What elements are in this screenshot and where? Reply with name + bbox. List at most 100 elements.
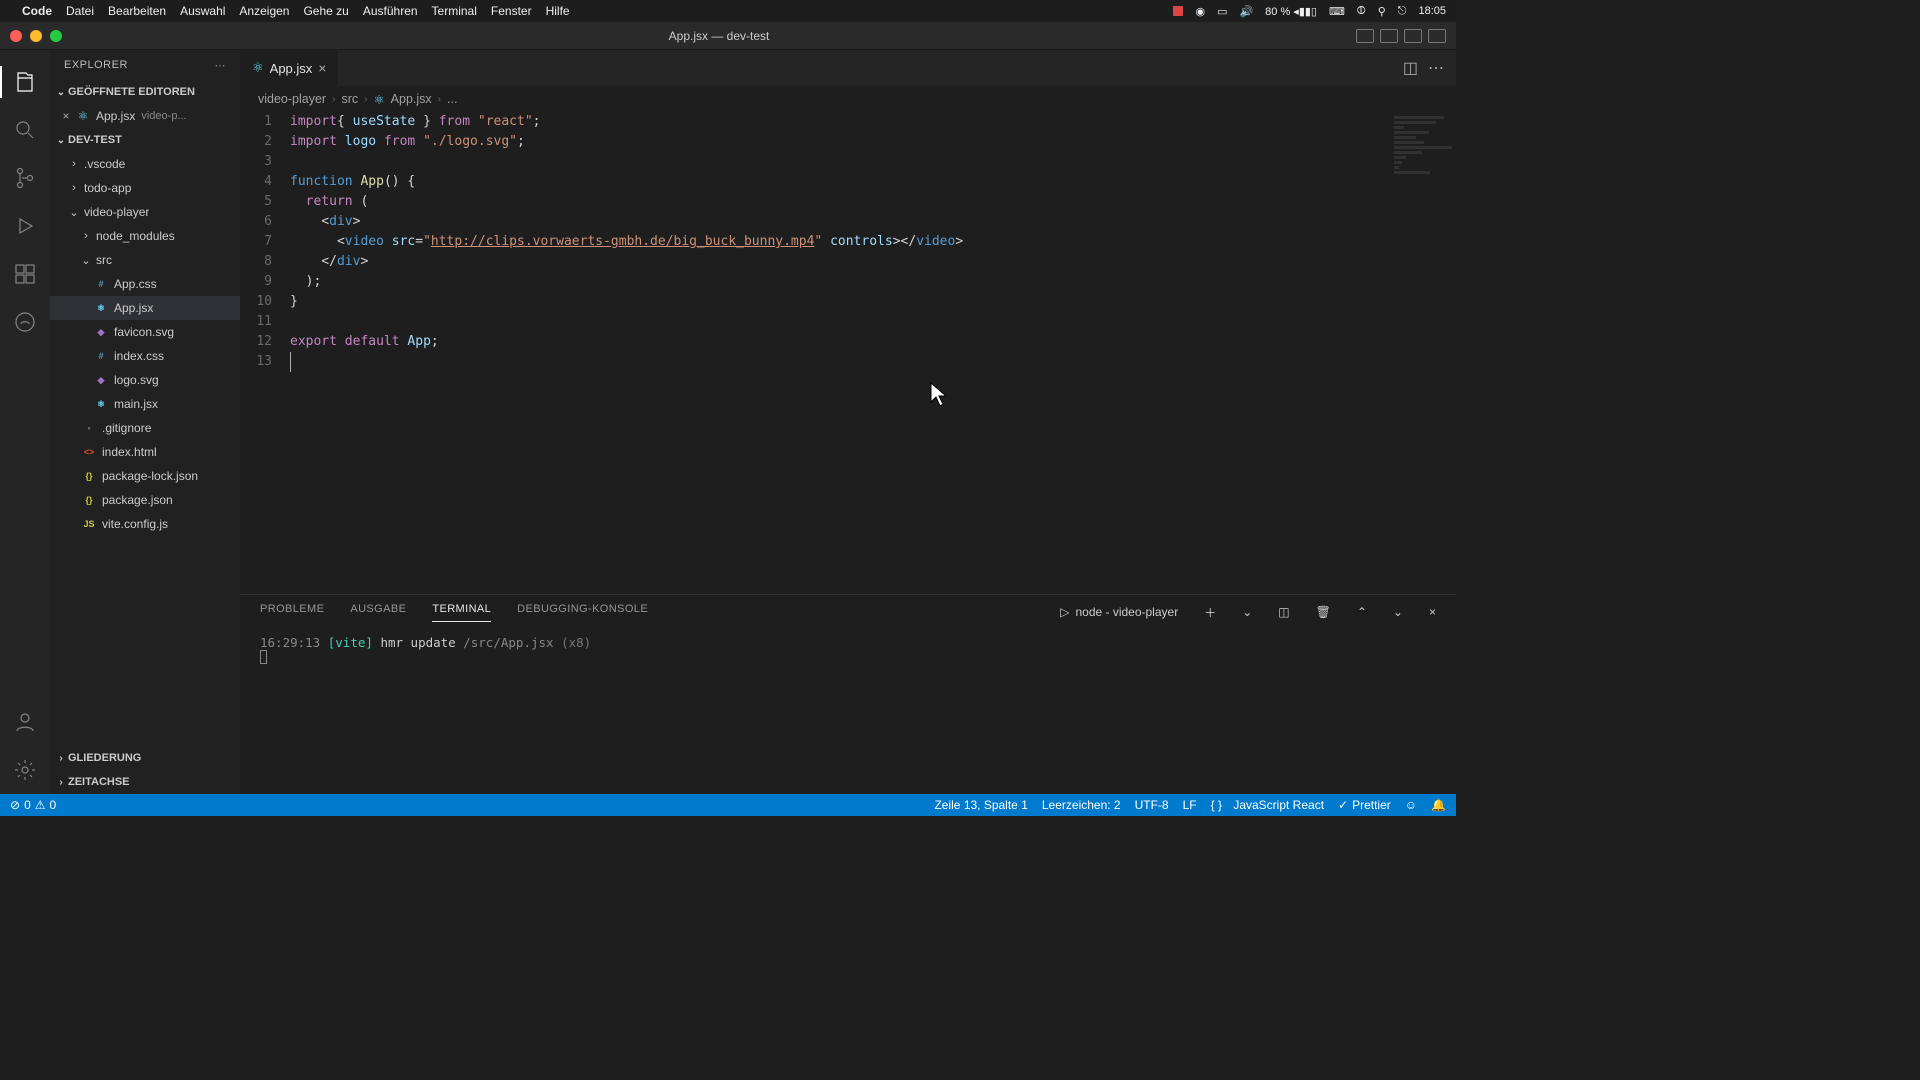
menu-fenster[interactable]: Fenster bbox=[491, 4, 532, 18]
breadcrumb-segment[interactable]: video-player bbox=[258, 92, 326, 106]
status-clock[interactable]: 18:05 bbox=[1418, 5, 1446, 17]
open-editors-section[interactable]: ⌄ GEÖFFNETE EDITOREN bbox=[50, 80, 240, 104]
menu-hilfe[interactable]: Hilfe bbox=[546, 4, 570, 18]
tree-file[interactable]: JSvite.config.js bbox=[50, 512, 240, 536]
more-actions-icon[interactable]: ⋯ bbox=[1428, 58, 1444, 78]
activity-extensions[interactable] bbox=[0, 250, 50, 298]
activity-accounts[interactable] bbox=[0, 698, 50, 746]
status-language[interactable]: { } JavaScript React bbox=[1211, 798, 1324, 812]
open-editor-item[interactable]: × ⚛ App.jsx video-p... bbox=[50, 104, 240, 128]
editor-tab[interactable]: ⚛ App.jsx × bbox=[240, 50, 339, 86]
tree-file[interactable]: <>index.html bbox=[50, 440, 240, 464]
tree-folder[interactable]: ›todo-app bbox=[50, 176, 240, 200]
toggle-secondary-sidebar-icon[interactable] bbox=[1404, 29, 1422, 43]
status-bell-icon[interactable]: 🔔 bbox=[1431, 798, 1446, 812]
tree-file[interactable]: {}package-lock.json bbox=[50, 464, 240, 488]
terminal-dropdown-icon[interactable]: ⌄ bbox=[1242, 605, 1252, 619]
close-tab-icon[interactable]: × bbox=[318, 60, 326, 76]
panel-tab-probleme[interactable]: PROBLEME bbox=[260, 603, 324, 621]
close-panel-icon[interactable]: × bbox=[1429, 605, 1436, 619]
toggle-sidebar-icon[interactable] bbox=[1356, 29, 1374, 43]
status-record-icon[interactable] bbox=[1173, 6, 1183, 16]
status-circle-icon[interactable]: ◉ bbox=[1195, 5, 1205, 18]
explorer-more-icon[interactable]: ⋯ bbox=[215, 59, 227, 72]
activity-source-control[interactable] bbox=[0, 154, 50, 202]
split-terminal-icon[interactable]: ◫ bbox=[1278, 605, 1289, 619]
chevron-down-icon: ⌄ bbox=[54, 135, 68, 146]
breadcrumb-segment[interactable]: ... bbox=[447, 92, 457, 106]
panel-tab-terminal[interactable]: TERMINAL bbox=[432, 603, 491, 622]
breadcrumb[interactable]: video-player › src › ⚛ App.jsx › ... bbox=[240, 86, 1456, 112]
status-wifi-icon[interactable]: ⦷ bbox=[1357, 5, 1366, 18]
tree-file[interactable]: {}package.json bbox=[50, 488, 240, 512]
status-control-center-icon[interactable]: ⎋ bbox=[1398, 5, 1407, 18]
terminal-timestamp: 16:29:13 bbox=[260, 635, 320, 650]
menu-datei[interactable]: Datei bbox=[66, 4, 94, 18]
editor-area: ⚛ App.jsx × ◫ ⋯ video-player › src › ⚛ A… bbox=[240, 50, 1456, 794]
text-cursor bbox=[290, 352, 291, 372]
panel-up-icon[interactable]: ⌃ bbox=[1357, 605, 1367, 619]
menu-ausfuehren[interactable]: Ausführen bbox=[363, 4, 418, 18]
menu-auswahl[interactable]: Auswahl bbox=[180, 4, 225, 18]
tree-file[interactable]: ◦.gitignore bbox=[50, 416, 240, 440]
menu-terminal[interactable]: Terminal bbox=[432, 4, 477, 18]
tree-folder[interactable]: ›node_modules bbox=[50, 224, 240, 248]
activity-search[interactable] bbox=[0, 106, 50, 154]
status-battery[interactable]: 80 % ◂▮▮▯ bbox=[1265, 5, 1317, 18]
activity-explorer[interactable] bbox=[0, 58, 50, 106]
close-window-button[interactable] bbox=[10, 30, 22, 42]
status-cursor[interactable]: Zeile 13, Spalte 1 bbox=[934, 798, 1027, 812]
activity-liveshare[interactable] bbox=[0, 298, 50, 346]
status-sound-icon[interactable]: 🔊 bbox=[1239, 5, 1253, 18]
chevron-right-icon: › bbox=[54, 777, 68, 788]
close-editor-icon[interactable]: × bbox=[58, 109, 74, 123]
tree-file[interactable]: ◆favicon.svg bbox=[50, 320, 240, 344]
status-indent[interactable]: Leerzeichen: 2 bbox=[1042, 798, 1121, 812]
tree-folder[interactable]: ⌄src bbox=[50, 248, 240, 272]
activity-settings[interactable] bbox=[0, 746, 50, 794]
status-keyboard-icon[interactable]: ⌨ bbox=[1329, 5, 1345, 18]
panel-tab-debugging[interactable]: DEBUGGING-KONSOLE bbox=[517, 603, 648, 621]
tree-folder[interactable]: ›.vscode bbox=[50, 152, 240, 176]
timeline-section[interactable]: › ZEITACHSE bbox=[50, 770, 240, 794]
tree-file[interactable]: #index.css bbox=[50, 344, 240, 368]
menu-gehezu[interactable]: Gehe zu bbox=[303, 4, 348, 18]
outline-section[interactable]: › GLIEDERUNG bbox=[50, 746, 240, 770]
breadcrumb-segment[interactable]: App.jsx bbox=[391, 92, 432, 106]
toggle-panel-icon[interactable] bbox=[1380, 29, 1398, 43]
status-eol[interactable]: LF bbox=[1183, 798, 1197, 812]
tree-file[interactable]: ◆logo.svg bbox=[50, 368, 240, 392]
status-feedback-icon[interactable]: ☺ bbox=[1405, 798, 1417, 812]
tree-folder[interactable]: ⌄video-player bbox=[50, 200, 240, 224]
status-encoding[interactable]: UTF-8 bbox=[1135, 798, 1169, 812]
menu-bearbeiten[interactable]: Bearbeiten bbox=[108, 4, 166, 18]
code-editor[interactable]: 12345678910111213 import{ useState } fro… bbox=[240, 112, 1456, 594]
new-terminal-icon[interactable]: ＋ bbox=[1204, 604, 1216, 621]
status-prettier[interactable]: ✓Prettier bbox=[1338, 798, 1391, 812]
status-display-icon[interactable]: ▭ bbox=[1217, 5, 1227, 18]
activity-run-debug[interactable] bbox=[0, 202, 50, 250]
menu-anzeigen[interactable]: Anzeigen bbox=[239, 4, 289, 18]
terminal-output[interactable]: 16:29:13 [vite] hmr update /src/App.jsx … bbox=[240, 629, 1456, 794]
customize-layout-icon[interactable] bbox=[1428, 29, 1446, 43]
kill-terminal-icon[interactable]: 🗑 bbox=[1316, 605, 1331, 619]
maximize-window-button[interactable] bbox=[50, 30, 62, 42]
status-errors[interactable]: ⊘0 ⚠0 bbox=[10, 798, 56, 812]
code-content[interactable]: import{ useState } from "react"; import … bbox=[290, 112, 1456, 594]
menubar-app[interactable]: Code bbox=[22, 4, 52, 18]
terminal-selector[interactable]: ▷ node - video-player bbox=[1060, 605, 1178, 619]
panel-tab-ausgabe[interactable]: AUSGABE bbox=[350, 603, 406, 621]
chevron-down-icon: ⌄ bbox=[68, 206, 80, 219]
split-editor-icon[interactable]: ◫ bbox=[1403, 58, 1418, 78]
tree-file[interactable]: ⚛main.jsx bbox=[50, 392, 240, 416]
panel-down-icon[interactable]: ⌄ bbox=[1393, 605, 1403, 619]
breadcrumb-segment[interactable]: src bbox=[341, 92, 358, 106]
tree-file[interactable]: ⚛App.jsx bbox=[50, 296, 240, 320]
tree-label: logo.svg bbox=[114, 373, 159, 387]
tree-file[interactable]: #App.css bbox=[50, 272, 240, 296]
minimap[interactable] bbox=[1394, 116, 1454, 176]
status-search-icon[interactable]: ⚲ bbox=[1378, 5, 1386, 18]
workspace-section[interactable]: ⌄ DEV-TEST bbox=[50, 128, 240, 152]
minimize-window-button[interactable] bbox=[30, 30, 42, 42]
chevron-right-icon: › bbox=[364, 94, 367, 105]
